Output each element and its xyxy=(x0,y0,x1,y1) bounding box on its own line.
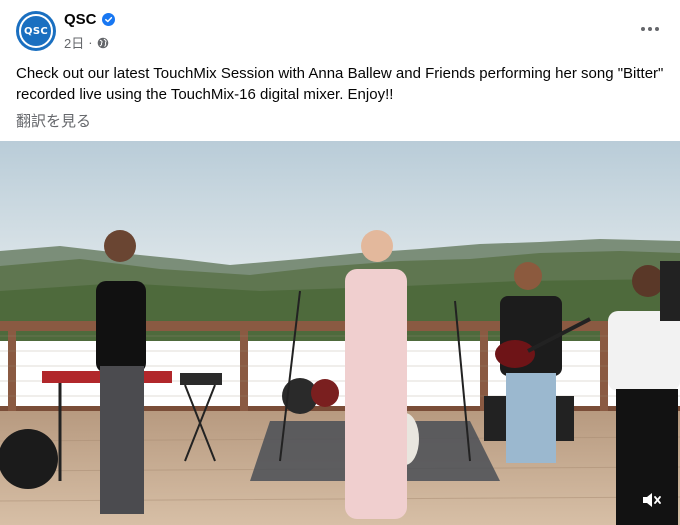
speaker-muted-icon[interactable] xyxy=(640,489,662,511)
post-meta: 2日 · xyxy=(64,33,109,52)
meta-separator: · xyxy=(88,35,93,50)
page-name[interactable]: QSC xyxy=(64,11,115,28)
qsc-logo: QSC xyxy=(19,14,53,48)
see-translation-link[interactable]: 翻訳を見る xyxy=(16,110,91,131)
globe-icon[interactable] xyxy=(97,37,109,49)
post-header: QSC QSC 2日 · xyxy=(0,0,680,60)
page-name-label[interactable]: QSC xyxy=(64,11,97,28)
video-frame xyxy=(0,141,680,525)
verified-badge-icon xyxy=(101,13,115,26)
logo-text: QSC xyxy=(24,25,48,37)
more-options-icon[interactable] xyxy=(638,17,662,41)
post-timestamp[interactable]: 2日 xyxy=(64,33,84,52)
video-player[interactable] xyxy=(0,141,680,525)
post-message: Check out our latest TouchMix Session wi… xyxy=(16,65,664,103)
page-avatar[interactable]: QSC xyxy=(16,11,56,51)
